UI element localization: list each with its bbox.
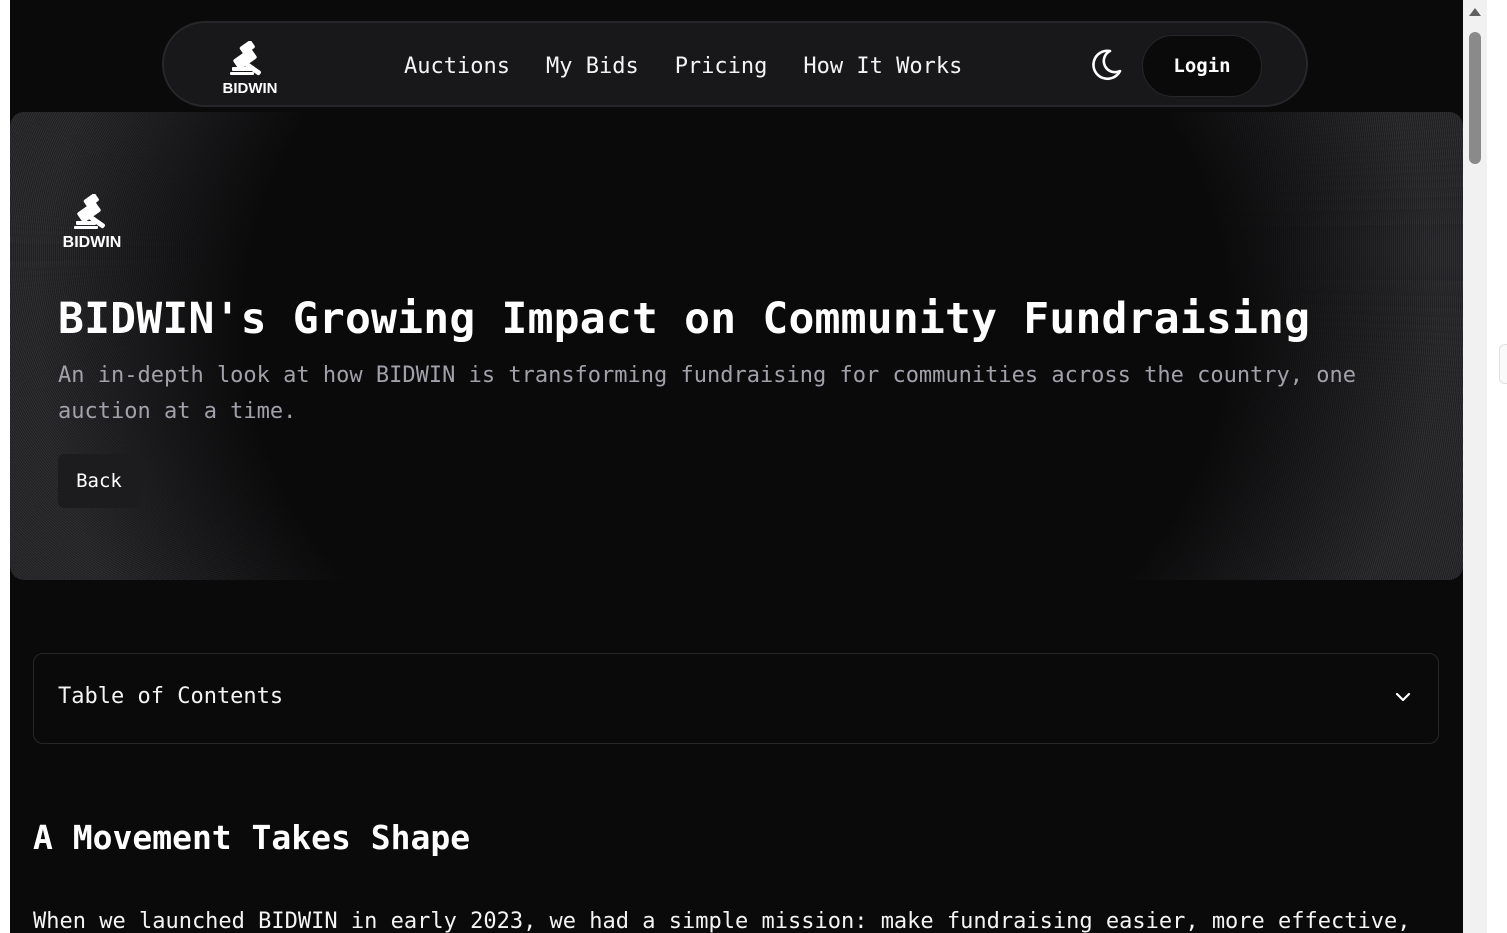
top-navbar: BIDWIN Auctions My Bids Pricing How It W… bbox=[162, 21, 1308, 107]
side-panel-handle[interactable] bbox=[1499, 344, 1507, 384]
page: BIDWIN Auctions My Bids Pricing How It W… bbox=[10, 0, 1463, 933]
nav-link-auctions[interactable]: Auctions bbox=[404, 54, 510, 79]
svg-text:BIDWIN: BIDWIN bbox=[223, 80, 278, 95]
browser-left-edge bbox=[0, 0, 10, 933]
nav-link-pricing[interactable]: Pricing bbox=[675, 54, 768, 79]
moon-icon[interactable] bbox=[1088, 47, 1124, 83]
nav-links: Auctions My Bids Pricing How It Works bbox=[404, 23, 962, 109]
nav-link-how-it-works[interactable]: How It Works bbox=[803, 54, 962, 79]
login-button[interactable]: Login bbox=[1142, 35, 1262, 97]
browser-right-edge bbox=[1487, 0, 1507, 933]
section-paragraph: When we launched BIDWIN in early 2023, w… bbox=[33, 909, 1411, 933]
nav-link-my-bids[interactable]: My Bids bbox=[546, 54, 639, 79]
bidwin-logo[interactable]: BIDWIN bbox=[220, 41, 280, 95]
back-button[interactable]: Back bbox=[58, 454, 140, 508]
svg-text:BIDWIN: BIDWIN bbox=[63, 234, 122, 250]
scroll-up-arrow-icon[interactable] bbox=[1469, 8, 1481, 16]
chevron-down-icon bbox=[1395, 692, 1411, 702]
page-subtitle: An in-depth look at how BIDWIN is transf… bbox=[58, 363, 1357, 424]
table-of-contents-toggle[interactable]: Table of Contents bbox=[33, 653, 1439, 744]
section-heading: A Movement Takes Shape bbox=[33, 818, 471, 857]
vertical-scrollbar[interactable] bbox=[1463, 0, 1487, 933]
scrollbar-thumb[interactable] bbox=[1469, 32, 1481, 164]
toc-label: Table of Contents bbox=[58, 684, 284, 709]
page-title: BIDWIN's Growing Impact on Community Fun… bbox=[58, 294, 1311, 344]
hero-banner: BIDWIN BIDWIN's Growing Impact on Commun… bbox=[10, 112, 1463, 580]
bidwin-logo: BIDWIN bbox=[63, 194, 122, 250]
